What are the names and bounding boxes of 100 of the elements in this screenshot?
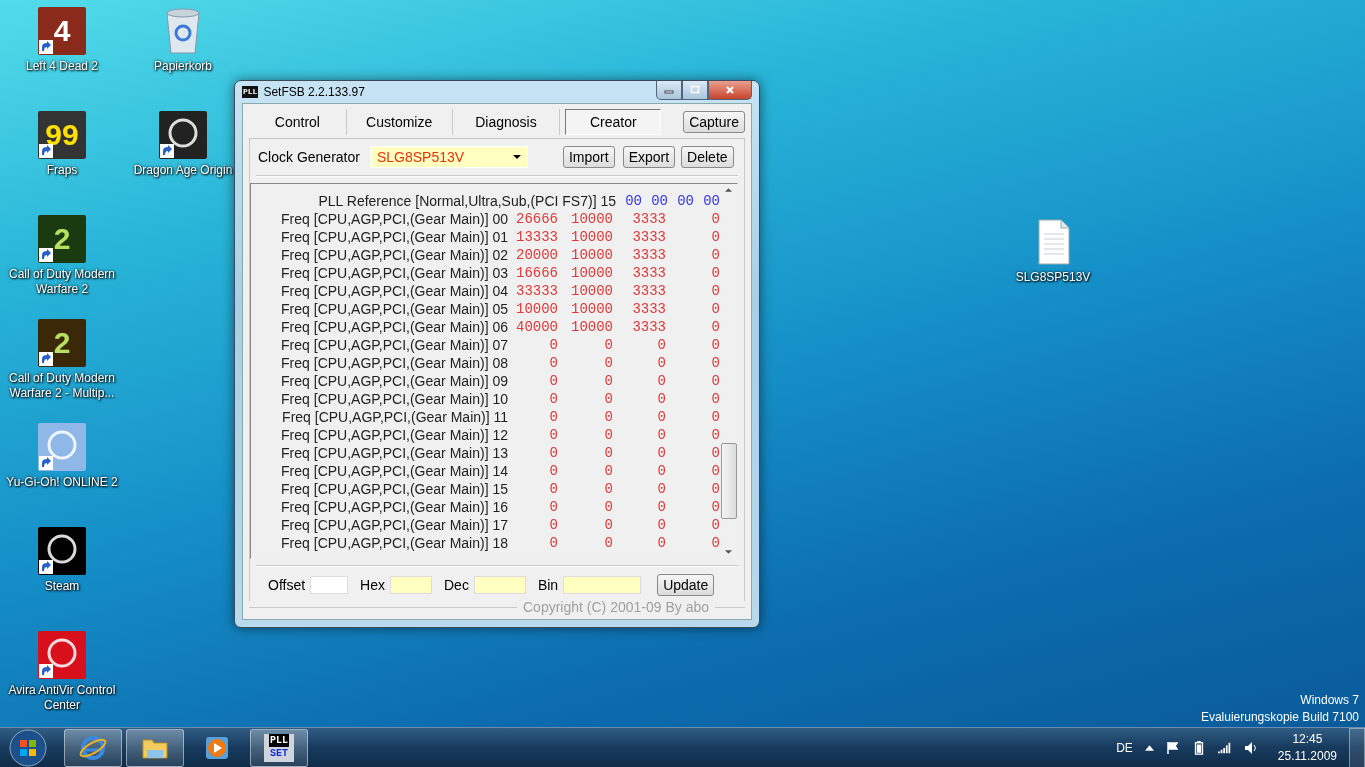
- desktop-icon-label[interactable]: Steam: [44, 579, 80, 594]
- tab[interactable]: Diagnosis: [452, 109, 561, 135]
- register-value: 0: [603, 463, 613, 479]
- register-label: Freq [CPU,AGP,PCI,(Gear Main)] 08: [281, 355, 508, 371]
- input-field[interactable]: [563, 576, 642, 594]
- register-value: 0: [656, 481, 666, 497]
- register-value: 0: [710, 499, 720, 515]
- app-icon[interactable]: 4: [38, 7, 86, 55]
- tab[interactable]: Control: [249, 109, 347, 135]
- register-value: 0: [603, 517, 613, 533]
- register-label: Freq [CPU,AGP,PCI,(Gear Main)] 17: [281, 517, 508, 533]
- register-label: Freq [CPU,AGP,PCI,(Gear Main)] 15: [281, 481, 508, 497]
- register-value: 0: [710, 301, 720, 317]
- register-value: 0: [656, 499, 666, 515]
- register-value: 0: [710, 265, 720, 281]
- register-value: 3333: [631, 319, 666, 335]
- scroll-up-icon[interactable]: [725, 188, 732, 192]
- register-value: 26666: [515, 211, 558, 227]
- maximize-button[interactable]: [682, 81, 708, 100]
- globe-icon: [79, 734, 107, 762]
- input-field[interactable]: [473, 576, 526, 594]
- register-label: Freq [CPU,AGP,PCI,(Gear Main)] 06: [281, 319, 508, 335]
- register-value: 3333: [631, 247, 666, 263]
- register-value: 10000: [570, 265, 613, 281]
- register-value: 0: [710, 391, 720, 407]
- close-icon: [725, 85, 735, 95]
- register-value: 0: [603, 373, 613, 389]
- register-label: Freq [CPU,AGP,PCI,(Gear Main)] 13: [281, 445, 508, 461]
- register-value: 13333: [515, 229, 558, 245]
- register-value: 0: [656, 427, 666, 443]
- register-value: 0: [656, 373, 666, 389]
- register-label: Freq [CPU,AGP,PCI,(Gear Main)] 10: [281, 391, 508, 407]
- register-value: 0: [548, 373, 558, 389]
- register-label: Freq [CPU,AGP,PCI,(Gear Main)] 09: [281, 373, 508, 389]
- app-icon[interactable]: 2: [38, 319, 86, 367]
- taskbar-button[interactable]: PLL SET: [250, 729, 308, 767]
- register-value: 40000: [515, 319, 558, 335]
- register-value: 0: [548, 481, 558, 497]
- app-icon[interactable]: [159, 111, 207, 159]
- desktop-icon-label[interactable]: Avira AntiVir Control Center: [4, 683, 120, 713]
- taskbar-button[interactable]: [64, 729, 122, 767]
- register-value: 00: [702, 193, 720, 209]
- media-player-icon: [203, 734, 231, 762]
- register-label: Freq [CPU,AGP,PCI,(Gear Main)] 11: [282, 409, 508, 425]
- register-value: 0: [603, 445, 613, 461]
- register-value: 0: [710, 337, 720, 353]
- action-button[interactable]: Delete: [681, 146, 734, 168]
- register-value: 0: [710, 427, 720, 443]
- signal-icon[interactable]: [1217, 741, 1232, 755]
- input-field[interactable]: [390, 576, 432, 594]
- capture-button[interactable]: Capture: [683, 111, 745, 133]
- register-value: 0: [710, 535, 720, 551]
- caret-icon: [512, 155, 521, 159]
- window-title: SetFSB 2.2.133.97: [263, 85, 366, 99]
- minimize-button[interactable]: [656, 81, 682, 100]
- app-icon: PLL: [242, 86, 259, 98]
- register-label: Freq [CPU,AGP,PCI,(Gear Main)] 05: [281, 301, 508, 317]
- show-desktop-button[interactable]: [1349, 728, 1365, 767]
- clock[interactable]: 12:45 25.11.2009: [1277, 731, 1337, 765]
- tab[interactable]: Creator: [565, 109, 662, 135]
- field-label: Bin: [537, 577, 559, 593]
- language-indicator[interactable]: DE: [1116, 741, 1133, 755]
- register-value: 0: [710, 517, 720, 533]
- register-label: Freq [CPU,AGP,PCI,(Gear Main)] 03: [281, 265, 508, 281]
- show-hidden-icons-icon[interactable]: [1144, 745, 1154, 751]
- register-label: Freq [CPU,AGP,PCI,(Gear Main)] 04: [281, 283, 508, 299]
- register-value: 00: [624, 193, 642, 209]
- app-icon[interactable]: 2: [38, 215, 86, 263]
- register-value: 0: [548, 517, 558, 533]
- register-value: 3333: [631, 211, 666, 227]
- input-field[interactable]: [310, 576, 349, 594]
- build-notice: Evaluierungskopie Build 7100: [1200, 709, 1359, 726]
- speaker-icon[interactable]: [1243, 741, 1258, 755]
- taskbar-button[interactable]: [126, 729, 184, 767]
- scroll-thumb[interactable]: [720, 443, 737, 519]
- register-value: 0: [603, 499, 613, 515]
- register-value: 10000: [570, 283, 613, 299]
- action-button[interactable]: Import: [562, 146, 615, 168]
- register-value: 0: [656, 445, 666, 461]
- register-value: 0: [603, 409, 613, 425]
- register-label: Freq [CPU,AGP,PCI,(Gear Main)] 16: [281, 499, 508, 515]
- tab[interactable]: Customize: [346, 109, 453, 135]
- register-label: Freq [CPU,AGP,PCI,(Gear Main)] 07: [281, 337, 508, 353]
- register-label: Freq [CPU,AGP,PCI,(Gear Main)] 18: [281, 535, 508, 551]
- app-icon[interactable]: [38, 527, 86, 575]
- flag-icon[interactable]: [1165, 741, 1180, 755]
- register-value: 0: [710, 229, 720, 245]
- register-value: 00: [650, 193, 668, 209]
- scroll-down-icon[interactable]: [725, 550, 732, 554]
- clock-generator-dropdown[interactable]: SLG8SP513V: [369, 146, 528, 168]
- app-icon[interactable]: 99: [38, 111, 86, 159]
- register-value: 0: [548, 409, 558, 425]
- start-button[interactable]: [8, 728, 48, 767]
- build-notice: Windows 7: [1300, 692, 1359, 709]
- desktop-icon-label[interactable]: SLG8SP513V: [1015, 270, 1091, 285]
- action-button[interactable]: Export: [622, 146, 676, 168]
- register-value: 0: [710, 445, 720, 461]
- update-button[interactable]: Update: [657, 574, 715, 596]
- register-value: 0: [548, 499, 558, 515]
- close-button[interactable]: [708, 81, 752, 100]
